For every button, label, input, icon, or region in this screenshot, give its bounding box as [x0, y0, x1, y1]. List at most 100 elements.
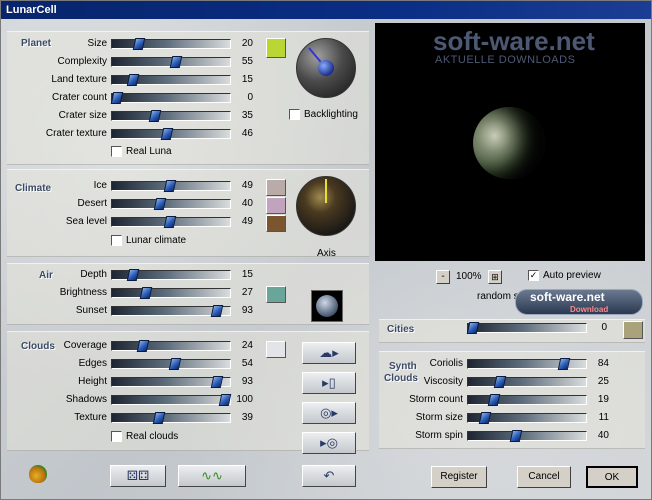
desert-color-swatch[interactable]	[266, 197, 286, 214]
slider-thumb[interactable]	[163, 180, 177, 192]
rendered-planet	[473, 107, 545, 179]
cities-color-swatch[interactable]	[623, 321, 643, 339]
slider-value: 93	[241, 305, 253, 316]
planet-preview[interactable]: soft-ware.net AKTUELLE DOWNLOADS	[375, 23, 645, 261]
slider-track[interactable]	[467, 376, 587, 388]
wave-icon: ∿∿	[201, 468, 223, 483]
real-luna-checkbox[interactable]: Real Luna	[111, 146, 172, 160]
air-color-swatch[interactable]	[266, 286, 286, 303]
slider-value: 20	[241, 38, 253, 49]
slider-track[interactable]	[111, 198, 231, 210]
slider-value: 27	[241, 287, 253, 298]
slider-track[interactable]	[111, 305, 231, 317]
slider-label: Coverage	[63, 340, 107, 351]
slider-thumb[interactable]	[169, 56, 183, 68]
slider-track[interactable]	[467, 430, 587, 442]
slider-value: 40	[241, 198, 253, 209]
slider-label: Complexity	[57, 56, 107, 67]
lunarcell-window: LunarCell Planet Size 20 Complexity 55 Land …	[0, 0, 652, 500]
register-button[interactable]: Register	[431, 466, 487, 488]
slider-value: 19	[597, 394, 609, 405]
sea-color-swatch[interactable]	[266, 215, 286, 232]
ice-color-swatch[interactable]	[266, 179, 286, 196]
slider-track[interactable]	[111, 340, 231, 352]
slider-label: Depth	[80, 269, 107, 280]
slider-thumb[interactable]	[153, 198, 167, 210]
axis-label: Axis	[317, 248, 336, 259]
light-direction-knob[interactable]	[296, 38, 356, 98]
slider-label: Brightness	[59, 287, 107, 298]
slider-thumb[interactable]	[493, 376, 507, 388]
slider-thumb[interactable]	[139, 287, 153, 299]
slider-thumb[interactable]	[136, 340, 150, 352]
slider-label: Sea level	[65, 216, 107, 227]
randomize-button[interactable]: ⚄⚃	[110, 465, 166, 487]
cities-slider[interactable]	[466, 322, 587, 334]
slider-track[interactable]	[467, 394, 587, 406]
slider-track[interactable]	[467, 412, 587, 424]
cities-slider-row: 0	[1, 321, 652, 335]
slider-thumb[interactable]	[126, 74, 140, 86]
slider-label: Crater size	[58, 110, 107, 121]
cloud-color-swatch[interactable]	[266, 341, 286, 358]
slider-thumb[interactable]	[163, 216, 177, 228]
badge-subtext: Download	[570, 305, 609, 314]
lunar-climate-box[interactable]	[111, 235, 122, 246]
slider-track[interactable]	[110, 92, 231, 104]
zoom-minus-button[interactable]: -	[436, 270, 450, 284]
undo-button[interactable]: ↶	[302, 465, 356, 487]
badge-text: soft-ware.net	[530, 290, 605, 304]
cancel-button[interactable]: Cancel	[517, 466, 571, 488]
slider-track[interactable]	[111, 56, 231, 68]
slider-value: 46	[241, 128, 253, 139]
auto-preview-checkbox[interactable]: ✓ Auto preview	[528, 270, 601, 284]
acorn-icon[interactable]	[29, 465, 47, 483]
slider-thumb[interactable]	[210, 305, 224, 317]
slider-thumb[interactable]	[487, 394, 501, 406]
slider-thumb[interactable]	[126, 269, 140, 281]
slider-thumb[interactable]	[148, 110, 162, 122]
slider-value: 15	[241, 74, 253, 85]
cities-value: 0	[601, 322, 607, 333]
slider-track[interactable]	[111, 287, 231, 299]
backlighting-box[interactable]	[289, 109, 300, 120]
slider-value: 15	[241, 269, 253, 280]
slider-row-viscosity: Viscosity 25	[1, 375, 652, 389]
slider-thumb[interactable]	[478, 412, 492, 424]
lunar-climate-checkbox[interactable]: Lunar climate	[111, 235, 186, 249]
slider-track[interactable]	[111, 269, 231, 281]
slider-track[interactable]	[111, 128, 231, 140]
wave-button[interactable]: ∿∿	[178, 465, 246, 487]
slider-label: Viscosity	[423, 376, 463, 387]
slider-thumb[interactable]	[160, 128, 174, 140]
auto-preview-box[interactable]: ✓	[528, 270, 539, 281]
backlighting-checkbox[interactable]: Backlighting	[289, 109, 358, 123]
slider-track[interactable]	[111, 180, 231, 192]
grid-icon: ⊞	[491, 272, 499, 282]
slider-row-storm-size: Storm size 11	[1, 411, 652, 425]
slider-label: Ice	[93, 180, 107, 191]
slider-row-storm-spin: Storm spin 40	[1, 429, 652, 443]
slider-track[interactable]	[111, 38, 231, 50]
real-luna-box[interactable]	[111, 146, 122, 157]
slider-value: 25	[597, 376, 609, 387]
slider-thumb[interactable]	[110, 92, 124, 104]
ok-button[interactable]: OK	[586, 466, 638, 488]
slider-track[interactable]	[467, 358, 587, 370]
zoom-fit-button[interactable]: ⊞	[488, 270, 502, 284]
slider-thumb[interactable]	[509, 430, 523, 442]
slider-row-coriolis: Coriolis 84	[1, 357, 652, 371]
slider-value: 49	[241, 216, 253, 227]
air-preview-thumbnail[interactable]	[311, 290, 343, 322]
slider-thumb[interactable]	[557, 358, 571, 370]
planet-color-swatch[interactable]	[266, 38, 286, 58]
axis-line-icon	[325, 179, 327, 203]
slider-track[interactable]	[111, 216, 231, 228]
cities-slider-thumb[interactable]	[466, 322, 480, 334]
slider-track[interactable]	[111, 110, 231, 122]
slider-label: Size	[87, 38, 107, 49]
slider-track[interactable]	[111, 74, 231, 86]
slider-thumb[interactable]	[132, 38, 146, 50]
slider-label: Sunset	[75, 305, 107, 316]
axis-knob[interactable]	[296, 176, 356, 236]
